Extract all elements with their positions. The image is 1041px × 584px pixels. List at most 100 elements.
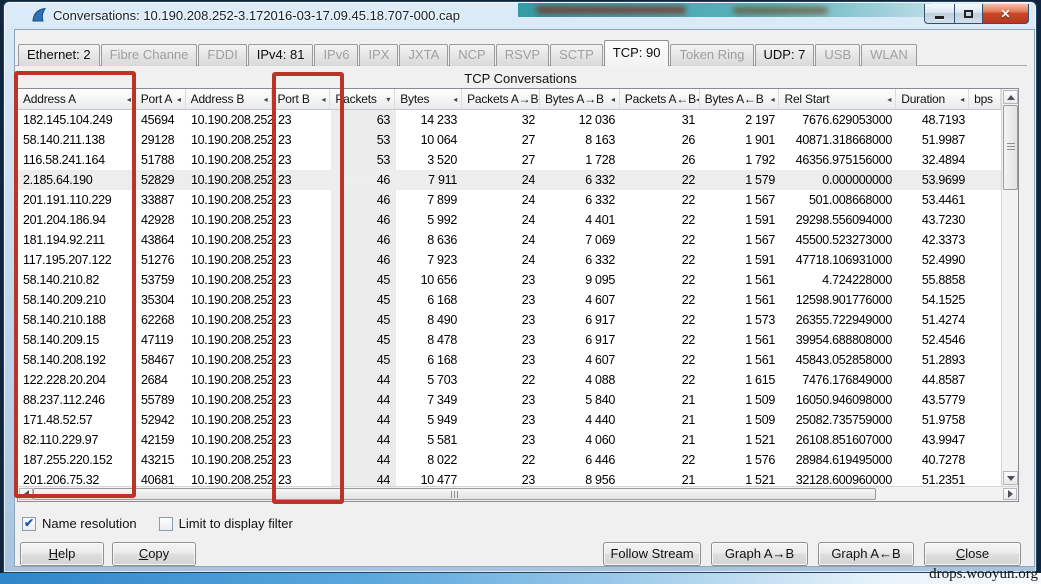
cell-port-a: 2684 (141, 373, 168, 387)
tab-ipv4-81[interactable]: IPv4: 81 (247, 44, 314, 66)
close-button[interactable]: Close (924, 542, 1021, 566)
cell-packets: 63 (376, 113, 391, 127)
help-button[interactable]: Help (20, 542, 104, 566)
tab-wlan: WLAN (861, 44, 917, 66)
cell-port-b: 23 (278, 173, 292, 187)
column-header-address-b[interactable]: Address B ◂ (186, 89, 273, 109)
desktop-background-strip (0, 573, 1041, 584)
horizontal-scroll-thumb[interactable] (33, 488, 876, 500)
table-row[interactable]: 58.140.210.82 53759 10.190.208.252 23 45 10 6… (18, 270, 1001, 290)
cell-bytes: 7 911 (428, 173, 457, 187)
cell-bytes-a-b: 1 521 (745, 433, 775, 447)
table-row[interactable]: 58.140.208.192 58467 10.190.208.252 23 45 6 1… (18, 350, 1001, 370)
table-row[interactable]: 187.255.220.152 43215 10.190.208.252 23 44 8 … (18, 450, 1001, 470)
cell-port-a: 51276 (141, 253, 175, 267)
table-row[interactable]: 182.145.104.249 45694 10.190.208.252 23 63 14… (18, 110, 1001, 130)
vertical-scroll-thumb[interactable] (1003, 105, 1018, 190)
scroll-right-button[interactable] (1003, 488, 1017, 500)
cell-bytes-a-b: 1 567 (745, 193, 775, 207)
table-row[interactable]: 2.185.64.190 52829 10.190.208.252 23 46 7 911… (18, 170, 1001, 190)
cell-bytes: 7 899 (427, 193, 457, 207)
table-row[interactable]: 122.228.20.204 2684 10.190.208.252 23 44 5 70… (18, 370, 1001, 390)
maximize-button[interactable] (954, 4, 983, 24)
cell-address-b: 10.190.208.252 (191, 473, 273, 486)
close-button[interactable]: ✕ (983, 4, 1029, 24)
column-header-packets-a-b[interactable]: Packets A←B ◂ (620, 89, 700, 109)
column-header-bytes-a-b[interactable]: Bytes A→B ◂ (540, 89, 620, 109)
column-label: Address A (23, 92, 76, 106)
copy-button[interactable]: Copy (112, 542, 196, 566)
cell-bytes-a-b: 6 332 (585, 173, 615, 187)
cell-packets-a-b: 24 (521, 233, 536, 247)
column-header-bytes-a-b[interactable]: Bytes A←B ◂ (700, 89, 780, 109)
cell-port-a: 58467 (141, 353, 175, 367)
cell-packets-a-b: 23 (521, 353, 536, 367)
cell-packets: 45 (376, 313, 391, 327)
column-header-port-a[interactable]: Port A ◂ (136, 89, 186, 109)
cell-bytes: 5 581 (427, 433, 457, 447)
table-row[interactable]: 201.191.110.229 33887 10.190.208.252 23 46 7 … (18, 190, 1001, 210)
cell-bytes-a-b: 1 509 (745, 413, 775, 427)
scroll-left-button[interactable] (19, 488, 33, 500)
table-row[interactable]: 88.237.112.246 55789 10.190.208.252 23 44 7 3… (18, 390, 1001, 410)
horizontal-scrollbar[interactable] (18, 486, 1018, 501)
cell-bytes-a-b: 1 579 (745, 173, 775, 187)
column-header-packets-a-b[interactable]: Packets A→B◂ (462, 89, 540, 109)
table-caption: TCP Conversations (464, 71, 577, 86)
cell-packets-a-b: 21 (681, 413, 696, 427)
cell-bytes-a-b: 1 615 (745, 373, 775, 387)
graph-a-b-button[interactable]: Graph A→B (711, 542, 808, 566)
cell-address-b: 10.190.208.252 (191, 373, 273, 387)
column-header-address-a[interactable]: Address A ◂ (18, 89, 136, 109)
title-bar[interactable]: Conversations: 10.190.208.252-3.172016-0… (4, 2, 1036, 29)
column-header-packets[interactable]: Packets ▾ (330, 89, 396, 109)
cell-bytes: 8 636 (427, 233, 457, 247)
cell-port-a: 52829 (141, 173, 175, 187)
cell-rel-start: 29298.556094000 (795, 213, 893, 227)
table-row[interactable]: 201.206.75.32 40681 10.190.208.252 23 44 10 4… (18, 470, 1001, 486)
tab-ethernet-2[interactable]: Ethernet: 2 (18, 44, 100, 66)
cell-bytes-a-b: 6 917 (585, 333, 615, 347)
tab-udp-7[interactable]: UDP: 7 (754, 44, 815, 66)
column-header-bytes[interactable]: Bytes ◂ (395, 89, 463, 109)
follow-stream-button[interactable]: Follow Stream (603, 542, 701, 566)
cell-bytes-a-b: 7 069 (585, 233, 615, 247)
cell-port-a: 35304 (141, 293, 175, 307)
table-row[interactable]: 201.204.186.94 42928 10.190.208.252 23 46 5 9… (18, 210, 1001, 230)
cell-rel-start: 7676.629053000 (802, 113, 892, 127)
cell-rel-start: 32128.600960000 (795, 473, 893, 486)
table-row[interactable]: 82.110.229.97 42159 10.190.208.252 23 44 5 58… (18, 430, 1001, 450)
cell-packets-a-b: 22 (681, 313, 696, 327)
cell-bytes-a-b: 5 840 (585, 393, 615, 407)
table-row[interactable]: 116.58.241.164 51788 10.190.208.252 23 53 3 5… (18, 150, 1001, 170)
checkbox-item-limit-to-display-filter[interactable]: ✔ Limit to display filter (158, 516, 293, 531)
cell-duration: 43.7230 (921, 213, 965, 227)
table-row[interactable]: 58.140.211.138 29128 10.190.208.252 23 53 10 … (18, 130, 1001, 150)
minimize-button[interactable] (924, 4, 954, 24)
cell-port-b: 23 (278, 393, 292, 407)
cell-bytes-a-b: 1 728 (585, 153, 615, 167)
checkbox-checked[interactable]: ✔ (22, 516, 36, 531)
table-row[interactable]: 58.140.209.210 35304 10.190.208.252 23 45 6 1… (18, 290, 1001, 310)
scroll-down-button[interactable] (1003, 471, 1018, 485)
column-header-duration[interactable]: Duration ◂ (896, 89, 970, 109)
arrow-left-icon (23, 490, 29, 498)
scroll-up-button[interactable] (1003, 90, 1018, 104)
column-header-rel-start[interactable]: Rel Start ◂ (779, 89, 897, 109)
graph-a-b-button[interactable]: Graph A←B (818, 542, 914, 566)
table-row[interactable]: 58.140.209.15 47119 10.190.208.252 23 45 8 47… (18, 330, 1001, 350)
table-row[interactable]: 181.194.92.211 43864 10.190.208.252 23 46 8 6… (18, 230, 1001, 250)
cell-packets-a-b: 27 (521, 133, 536, 147)
checkbox-item-name-resolution[interactable]: ✔ Name resolution (22, 516, 137, 531)
table-row[interactable]: 58.140.210.188 62268 10.190.208.252 23 45 8 4… (18, 310, 1001, 330)
cell-address-a: 58.140.210.188 (23, 313, 106, 327)
vertical-scrollbar[interactable] (1001, 89, 1018, 486)
checkbox-unchecked[interactable]: ✔ (158, 516, 173, 531)
column-header-port-b[interactable]: Port B ◂ (272, 89, 331, 109)
table-row[interactable]: 117.195.207.122 51276 10.190.208.252 23 46 7 … (18, 250, 1001, 270)
tab-tcp-90[interactable]: TCP: 90 (603, 40, 670, 66)
cell-packets-a-b: 24 (521, 193, 536, 207)
column-header-bps[interactable]: bps (969, 89, 1002, 109)
tab-usb: USB (815, 44, 861, 66)
table-row[interactable]: 171.48.52.57 52942 10.190.208.252 23 44 5 949… (18, 410, 1001, 430)
